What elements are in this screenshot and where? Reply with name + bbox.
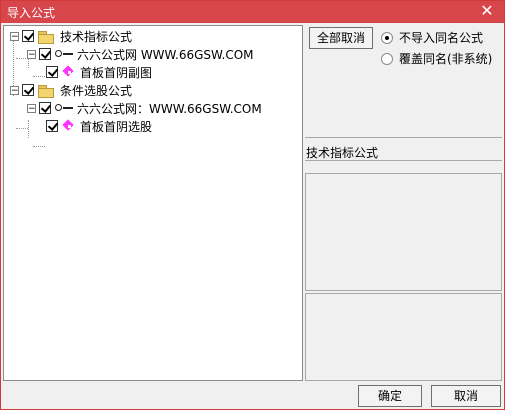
tree-label: 六六公式网 WWW.66GSW.COM xyxy=(77,47,254,62)
radio-label: 覆盖同名(非系统) xyxy=(399,52,493,66)
cancel-button[interactable]: 取消 xyxy=(431,385,501,407)
radio-button[interactable] xyxy=(381,31,393,44)
key-icon xyxy=(55,103,73,113)
panel-title: 技术指标公式 xyxy=(306,146,379,160)
import-formula-dialog: 导入公式 ✕ − 技术指标公式 − 六六公式网 WWW.66GSW.COM 首板… xyxy=(0,0,505,410)
folder-icon xyxy=(38,84,54,98)
tree-node-selection-formula[interactable]: 首板首阴选股 xyxy=(46,117,152,135)
tree-label: 首板首阴选股 xyxy=(80,119,153,134)
tree-node-selection-group[interactable]: − 条件选股公式 xyxy=(10,81,132,99)
checkbox-selection-group[interactable] xyxy=(22,84,34,96)
checkbox-selection-formula[interactable] xyxy=(46,120,58,132)
checkbox-technical-formula[interactable] xyxy=(46,66,58,78)
collapse-icon[interactable]: − xyxy=(27,103,36,113)
tree-line xyxy=(16,128,28,129)
formula-icon xyxy=(62,120,76,132)
window-title: 导入公式 xyxy=(7,6,56,20)
collapse-icon[interactable]: − xyxy=(10,31,19,41)
tree-label: 条件选股公式 xyxy=(60,83,133,98)
formula-tree[interactable]: − 技术指标公式 − 六六公式网 WWW.66GSW.COM 首板首阴副图 − … xyxy=(3,25,303,381)
tree-line xyxy=(28,120,29,138)
tree-node-selection-site[interactable]: − 六六公式网：WWW.66GSW.COM xyxy=(27,99,262,117)
close-icon[interactable]: ✕ xyxy=(478,2,496,20)
checkbox-selection-site[interactable] xyxy=(39,102,51,114)
folder-icon xyxy=(38,30,54,44)
checkbox-technical-group[interactable] xyxy=(22,30,34,42)
radio-button[interactable] xyxy=(381,52,393,65)
description-panel xyxy=(305,173,502,291)
footer-bar xyxy=(1,382,504,409)
checkbox-technical-site[interactable] xyxy=(39,48,51,60)
radio-not-import[interactable]: 不导入同名公式 xyxy=(381,29,483,46)
key-icon xyxy=(55,49,73,59)
tree-line xyxy=(33,146,45,147)
tree-node-technical-group[interactable]: − 技术指标公式 xyxy=(10,27,132,45)
collapse-icon[interactable]: − xyxy=(27,49,36,59)
formula-icon xyxy=(62,66,76,78)
tree-line xyxy=(33,76,45,77)
collapse-icon[interactable]: − xyxy=(10,85,19,95)
tree-label: 六六公式网：WWW.66GSW.COM xyxy=(77,101,262,116)
ok-button[interactable]: 确定 xyxy=(358,385,422,407)
detail-panel xyxy=(305,293,502,381)
tree-label: 首板首阴副图 xyxy=(80,65,153,80)
title-bar[interactable]: 导入公式 ✕ xyxy=(1,1,504,23)
radio-overwrite[interactable]: 覆盖同名(非系统) xyxy=(381,50,492,67)
uncheck-all-button[interactable]: 全部取消 xyxy=(309,27,373,49)
tree-label: 技术指标公式 xyxy=(60,29,133,44)
tree-node-technical-formula[interactable]: 首板首阴副图 xyxy=(46,63,152,81)
tree-node-technical-site[interactable]: − 六六公式网 WWW.66GSW.COM xyxy=(27,45,254,63)
radio-label: 不导入同名公式 xyxy=(399,31,484,45)
